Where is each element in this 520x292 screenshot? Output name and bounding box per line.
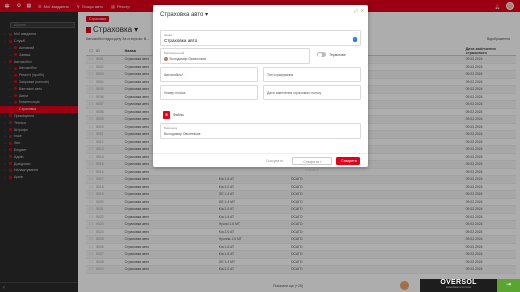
insurance-type-field[interactable]: Тип страхування bbox=[263, 67, 361, 82]
urgent-toggle[interactable] bbox=[317, 52, 326, 57]
files-label[interactable]: Файли bbox=[173, 113, 184, 117]
chat-avatar[interactable] bbox=[400, 281, 409, 290]
modal-footer: Скасувати Створити і перейти Створити bbox=[153, 153, 368, 172]
title-field-value: Страховка авто bbox=[164, 38, 198, 43]
policy-end-date-label: Дата закінчення страхового полісу bbox=[267, 91, 322, 95]
modal-controls: ⤢ ✕ bbox=[354, 8, 364, 13]
close-icon[interactable]: ✕ bbox=[361, 8, 364, 13]
title-field-label: Назва bbox=[164, 33, 172, 37]
chevron-down-icon[interactable]: ▾ bbox=[205, 12, 208, 18]
responsible-field[interactable]: Відповідальний Володимир Овсянніков bbox=[160, 48, 310, 64]
create-modal: Страховка авто ▾ ⤢ ✕ Назва Страховка авт… bbox=[153, 5, 368, 172]
cancel-button[interactable]: Скасувати bbox=[261, 157, 288, 165]
executors-value: Володимир Овсянніков bbox=[164, 132, 201, 136]
responsible-label: Відповідальний bbox=[164, 51, 185, 55]
policy-number-label: Номер поліса bbox=[164, 91, 186, 95]
executors-field[interactable]: Виконавці Володимир Овсянніков bbox=[160, 123, 361, 139]
policy-number-field[interactable]: Номер поліса bbox=[160, 85, 258, 100]
export-icon[interactable]: ⇥ bbox=[497, 279, 520, 292]
title-field[interactable]: Назва Страховка авто ✓ bbox=[160, 30, 361, 46]
check-icon: ✓ bbox=[352, 37, 357, 42]
expand-icon[interactable]: ⤢ bbox=[354, 8, 357, 13]
urgent-label: Термінове bbox=[329, 52, 346, 57]
responsible-user: Володимир Овсянніков bbox=[164, 57, 206, 61]
file-icon[interactable]: ⊕ bbox=[163, 111, 170, 119]
executors-label: Виконавці bbox=[164, 126, 178, 130]
required-mark: * bbox=[182, 73, 184, 77]
car-field-label: Автомобіль* bbox=[164, 73, 184, 77]
create-and-open-button[interactable]: Створити і перейти bbox=[292, 156, 332, 172]
modal-title: Страховка авто ▾ bbox=[160, 12, 209, 18]
insurance-type-label: Тип страхування bbox=[267, 73, 294, 77]
user-avatar bbox=[164, 57, 168, 61]
create-button[interactable]: Створити bbox=[336, 156, 360, 165]
policy-end-date-field[interactable]: Дата закінчення страхового полісу bbox=[263, 85, 361, 100]
car-field[interactable]: Автомобіль* bbox=[160, 67, 258, 82]
brand-logo: OVERSOL ENTERPRISE SOLUTIONS bbox=[420, 279, 497, 292]
